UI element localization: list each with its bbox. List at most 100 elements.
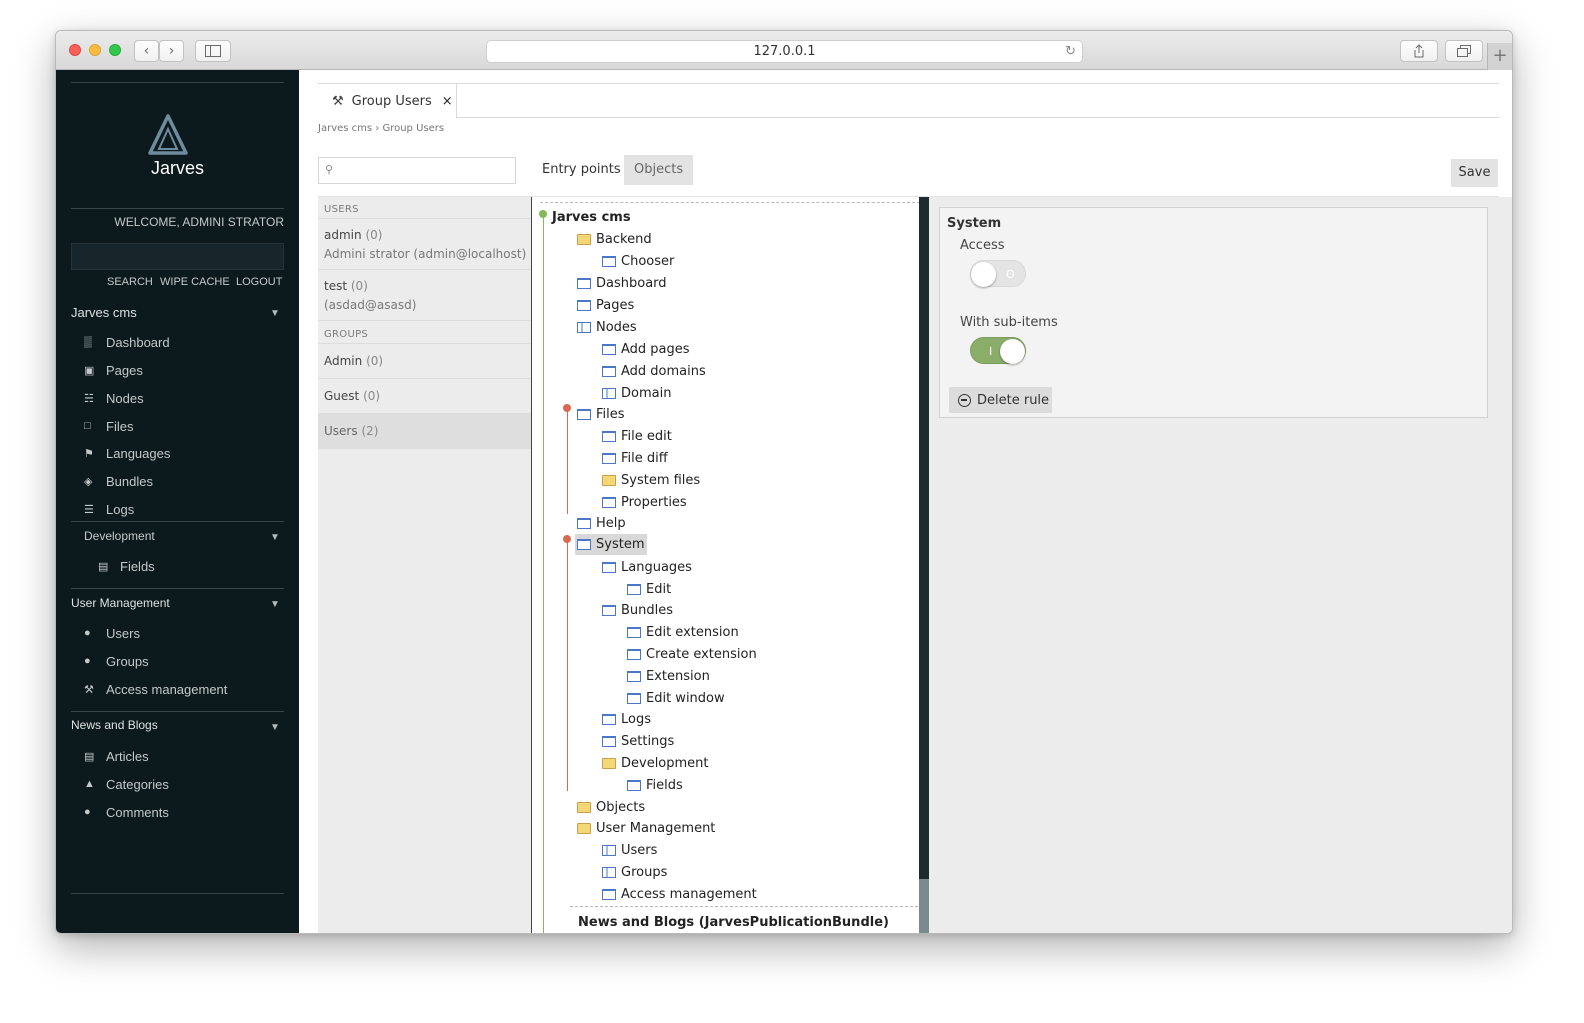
tree-node-objects[interactable]: Objects — [577, 797, 645, 817]
tree-node-groups[interactable]: Groups — [602, 862, 667, 882]
tree-node-users[interactable]: Users — [602, 840, 657, 860]
tree-node-properties[interactable]: Properties — [602, 492, 687, 512]
sidebar-item-logs[interactable]: ☰ Logs — [84, 500, 134, 518]
newspaper-icon: ▤ — [84, 750, 95, 763]
tree-node-backend[interactable]: Backend — [577, 229, 652, 249]
tree-node-system-files[interactable]: System files — [602, 470, 700, 490]
sidebar-item-access-management[interactable]: ⚒ Access management — [84, 680, 227, 698]
sidebar-item-groups[interactable]: ● Groups — [84, 652, 149, 670]
tree-node-label: Create extension — [646, 646, 757, 662]
close-icon[interactable]: × — [442, 94, 453, 109]
tree-node-file-diff[interactable]: File diff — [602, 448, 668, 468]
scrollbar-thumb[interactable] — [919, 879, 929, 933]
chevron-down-icon[interactable]: ▼ — [270, 599, 280, 610]
share-icon[interactable] — [1400, 40, 1438, 62]
sidebar-toggle-icon[interactable] — [195, 40, 231, 62]
sidebar-item-users[interactable]: ● Users — [84, 624, 140, 642]
minus-circle-icon — [958, 393, 971, 407]
back-icon[interactable]: ‹ — [134, 40, 159, 62]
section-jarves-cms[interactable]: Jarves cms — [71, 305, 137, 320]
window-tab-bar: ⚒ Group Users × — [318, 83, 1499, 118]
section-news-and-blogs[interactable]: News and Blogs — [71, 718, 158, 732]
group-row[interactable]: Admin (0) — [318, 344, 531, 379]
save-button[interactable]: Save — [1451, 159, 1498, 187]
user-row[interactable]: admin (0) Admini strator (admin@localhos… — [318, 219, 531, 270]
tree-node-fields[interactable]: Fields — [627, 775, 683, 795]
sidebar-item-nodes[interactable]: ☵ Nodes — [84, 389, 144, 407]
access-toggle[interactable]: O — [970, 260, 1026, 287]
tabs-overview-icon[interactable] — [1445, 40, 1483, 62]
table-icon — [602, 844, 616, 856]
tree-node-user-management[interactable]: User Management — [577, 818, 715, 838]
chevron-down-icon[interactable]: ▼ — [270, 308, 280, 319]
section-user-management[interactable]: User Management — [71, 596, 170, 610]
tree-node-create-extension[interactable]: Create extension — [627, 644, 757, 664]
tree-root-news-and-blogs[interactable]: News and Blogs (JarvesPublicationBundle) — [578, 912, 889, 932]
tree-scrollbar[interactable] — [919, 197, 929, 933]
tree-node-pages[interactable]: Pages — [577, 295, 634, 315]
tree-root-jarves-cms[interactable]: Jarves cms — [552, 207, 631, 227]
sidebar-item-fields[interactable]: ▤ Fields — [98, 557, 155, 575]
sub-items-toggle[interactable]: I — [970, 337, 1026, 364]
sidebar-divider — [71, 521, 284, 522]
new-tab-button[interactable]: + — [1487, 43, 1512, 70]
tree-node-edit-window[interactable]: Edit window — [627, 688, 725, 708]
tree-node-bundles[interactable]: Bundles — [602, 600, 673, 620]
rule-title: System — [947, 216, 1002, 231]
logout-link[interactable]: LOGOUT — [236, 276, 282, 288]
group-count: (0) — [366, 354, 384, 368]
tree-node-add-pages[interactable]: Add pages — [602, 339, 690, 359]
tree-node-files[interactable]: Files — [577, 404, 625, 424]
sidebar-item-comments[interactable]: ● Comments — [84, 803, 169, 821]
tree-node-settings[interactable]: Settings — [602, 731, 674, 751]
group-count: (2) — [361, 424, 379, 438]
sidebar-search-input[interactable] — [71, 243, 284, 270]
tree-node-label: Fields — [646, 777, 683, 793]
sidebar-item-articles[interactable]: ▤ Articles — [84, 747, 149, 765]
user-search-input[interactable]: ⚲ — [318, 157, 516, 184]
tree-node-file-edit[interactable]: File edit — [602, 426, 672, 446]
group-row[interactable]: Guest (0) — [318, 379, 531, 414]
window-icon — [577, 517, 591, 529]
tree-node-edit-extension[interactable]: Edit extension — [627, 622, 739, 642]
tree-node-help[interactable]: Help — [577, 513, 626, 533]
close-window-button[interactable] — [69, 44, 81, 56]
minimize-window-button[interactable] — [89, 44, 101, 56]
tree-node-chooser[interactable]: Chooser — [602, 251, 674, 271]
search-link[interactable]: SEARCH — [107, 276, 153, 288]
tree-node-edit[interactable]: Edit — [627, 579, 671, 599]
tree-node-languages[interactable]: Languages — [602, 557, 692, 577]
tree-node-development[interactable]: Development — [602, 753, 709, 773]
sidebar-item-bundles[interactable]: ◈ Bundles — [84, 472, 153, 490]
section-development[interactable]: Development — [84, 529, 155, 543]
tab-group-users[interactable]: ⚒ Group Users × — [318, 84, 457, 118]
tree-node-extension[interactable]: Extension — [627, 666, 710, 686]
tree-node-dashboard[interactable]: Dashboard — [577, 273, 667, 293]
sidebar-item-dashboard[interactable]: ▒ Dashboard — [84, 333, 170, 351]
main-area: ⚒ Group Users × Jarves cms › Group Users… — [299, 70, 1512, 933]
tree-node-access-management[interactable]: Access management — [602, 884, 757, 904]
sidebar-item-languages[interactable]: ⚑ Languages — [84, 444, 170, 462]
sidebar-item-files[interactable]: □ Files — [84, 417, 133, 435]
chevron-down-icon[interactable]: ▼ — [270, 532, 280, 543]
forward-icon[interactable]: › — [159, 40, 184, 62]
zoom-window-button[interactable] — [109, 44, 121, 56]
tree-node-logs[interactable]: Logs — [602, 709, 651, 729]
reload-icon[interactable]: ↻ — [1065, 41, 1076, 62]
sidebar-item-pages[interactable]: ▣ Pages — [84, 361, 143, 379]
chevron-down-icon[interactable]: ▼ — [270, 722, 280, 733]
tree-node-domain[interactable]: Domain — [602, 383, 671, 403]
tab-entry-points[interactable]: Entry points — [532, 155, 631, 185]
wipe-cache-link[interactable]: WIPE CACHE — [160, 276, 230, 288]
tab-objects[interactable]: Objects — [624, 155, 694, 185]
sidebar-item-label: Categories — [106, 776, 169, 792]
sidebar-item-label: Fields — [120, 558, 155, 574]
tree-node-nodes[interactable]: Nodes — [577, 317, 637, 337]
group-row-selected[interactable]: Users (2) — [318, 414, 531, 449]
address-bar[interactable]: 127.0.0.1 ↻ — [486, 40, 1083, 63]
tree-node-add-domains[interactable]: Add domains — [602, 361, 706, 381]
delete-rule-button[interactable]: Delete rule — [949, 387, 1052, 413]
tree-node-system-selected[interactable]: System — [575, 534, 648, 555]
sidebar-item-categories[interactable]: ▲ Categories — [84, 775, 169, 793]
user-row[interactable]: test (0) (asdad@asasd) — [318, 270, 531, 321]
